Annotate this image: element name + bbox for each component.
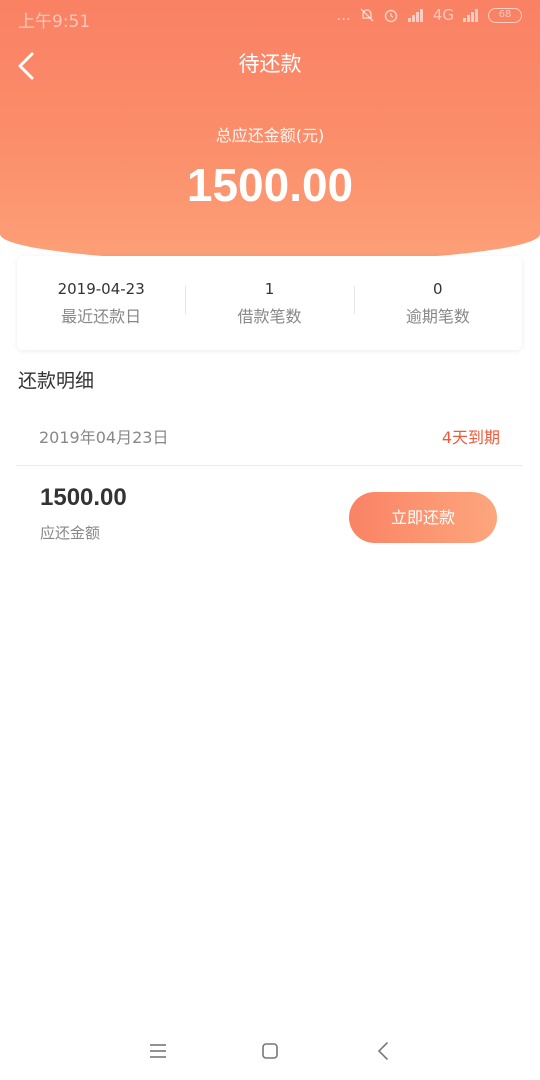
more-dots-icon: ... xyxy=(336,6,351,24)
page-title: 待还款 xyxy=(238,52,302,76)
due-badge: 4天到期 xyxy=(441,428,500,447)
due-amount: 1500.00 xyxy=(40,484,127,511)
battery-icon: 68 xyxy=(488,7,522,23)
status-bar: 上午9:51 ... 4G 68 xyxy=(0,0,540,34)
mute-bell-icon xyxy=(360,8,374,22)
summary-label: 借款笔数 xyxy=(237,307,302,326)
system-nav-bar xyxy=(0,1024,540,1080)
summary-card: 2019-04-23 最近还款日 1 借款笔数 0 逾期笔数 xyxy=(17,256,522,350)
summary-value: 1 xyxy=(264,280,275,298)
summary-value: 0 xyxy=(433,280,443,298)
total-amount: 1500.00 xyxy=(186,159,354,211)
menu-button[interactable] xyxy=(143,1036,173,1066)
back-icon xyxy=(377,1042,388,1060)
due-amount-label: 应还金额 xyxy=(40,524,101,542)
home-button[interactable] xyxy=(255,1036,285,1066)
summary-loan-count: 1 借款笔数 xyxy=(185,278,353,328)
system-back-button[interactable] xyxy=(368,1036,398,1066)
summary-latest-date: 2019-04-23 最近还款日 xyxy=(17,278,185,328)
total-amount-label: 总应还金额(元) xyxy=(215,126,325,145)
summary-value: 2019-04-23 xyxy=(57,280,145,298)
status-icons: ... 4G 68 xyxy=(337,6,522,24)
home-square-icon xyxy=(262,1043,278,1059)
signal-2-icon xyxy=(463,9,478,22)
summary-label: 逾期笔数 xyxy=(405,307,470,326)
repayment-date: 2019年04月23日 xyxy=(39,428,169,447)
summary-label: 最近还款日 xyxy=(61,307,142,326)
menu-icon xyxy=(150,1044,166,1058)
repayment-date-row: 2019年04月23日 4天到期 xyxy=(16,404,523,466)
summary-overdue-count: 0 逾期笔数 xyxy=(353,278,522,328)
alarm-icon xyxy=(384,9,398,23)
status-time: 上午9:51 xyxy=(18,12,91,32)
repay-now-button[interactable]: 立即还款 xyxy=(349,492,497,543)
signal-icon xyxy=(407,9,423,22)
network-type: 4G xyxy=(432,6,454,24)
section-title: 还款明细 xyxy=(18,370,95,392)
